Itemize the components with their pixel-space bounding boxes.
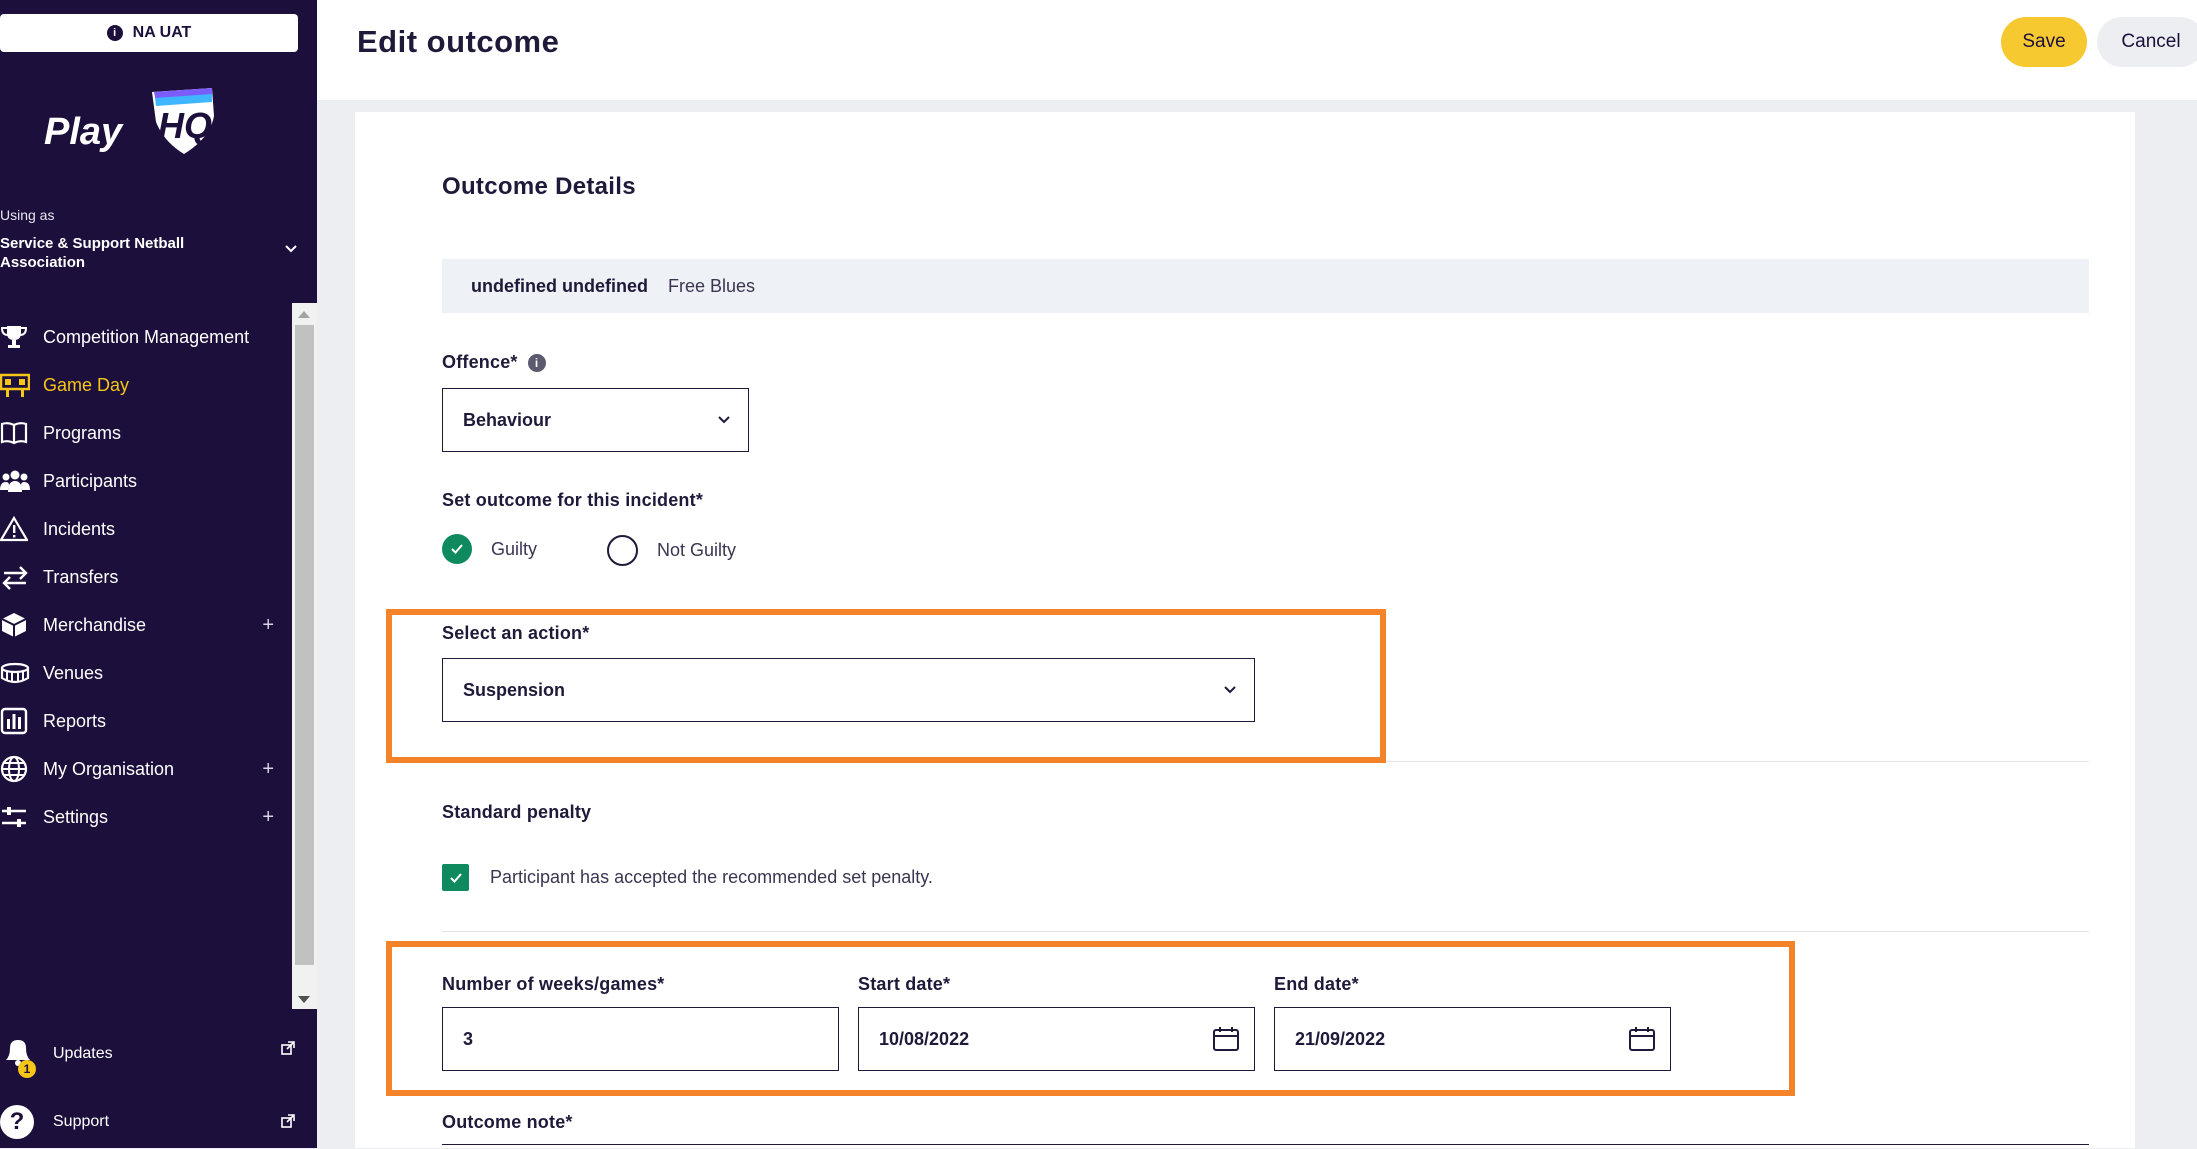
trophy-icon [0,322,30,352]
sidebar: i NA UAT Play HQ Using as Service & Supp… [0,0,317,1148]
section-title: Outcome Details [442,173,636,200]
outcome-note-textarea[interactable] [442,1144,2089,1149]
nav-label: Settings [43,806,109,827]
highlight-box-penalty-dates [386,941,1795,1096]
standard-penalty-label: Standard penalty [442,802,592,822]
warning-icon [0,514,30,544]
using-as-label: Using as [0,207,55,223]
offence-label-text: Offence* [442,352,518,372]
guilty-radio[interactable]: Guilty [442,534,537,564]
nav-label: Participants [43,470,138,491]
nav-item-incidents[interactable]: Incidents [0,509,292,549]
svg-text:Play: Play [44,111,124,153]
bell-icon: 1 [0,1034,40,1078]
nav-item-competition-management[interactable]: Competition Management [0,317,292,357]
nav-item-merchandise[interactable]: Merchandise + [0,605,292,645]
info-icon[interactable]: i [527,354,546,373]
participant-team: Free Blues [668,275,756,296]
nav-label: Game Day [43,374,130,395]
updates-link[interactable]: 1 Updates [0,1034,113,1078]
transfer-arrows-icon [0,562,30,592]
updates-label: Updates [53,1045,113,1062]
sidebar-scrollbar-thumb[interactable] [295,325,314,965]
nav-label: Incidents [43,518,116,539]
scroll-up-arrow-icon[interactable] [298,311,310,318]
not-guilty-label: Not Guilty [657,540,737,560]
nav-item-programs[interactable]: Programs [0,413,292,453]
guilty-label: Guilty [491,538,538,559]
radio-selected-check-icon[interactable] [442,534,472,564]
support-label: Support [53,1113,110,1130]
people-icon [0,466,30,496]
chevron-down-icon [718,416,730,424]
offence-value: Behaviour [463,409,552,430]
participant-summary: undefined undefined Free Blues [442,259,2089,313]
offence-label: Offence* i [442,352,546,373]
accept-penalty-checkbox[interactable]: Participant has accepted the recommended… [442,864,933,891]
expand-plus-icon[interactable]: + [262,758,274,781]
radio-unselected-icon[interactable] [607,535,638,566]
bar-chart-icon [0,706,30,736]
offence-select[interactable]: Behaviour [442,388,749,452]
cancel-button[interactable]: Cancel [2097,17,2197,67]
outcome-label: Set outcome for this incident* [442,490,704,510]
globe-icon [0,754,30,784]
scoreboard-icon [0,370,30,400]
book-icon [0,418,30,448]
expand-plus-icon[interactable]: + [262,614,274,637]
expand-plus-icon[interactable]: + [262,806,274,829]
nav-label: Venues [43,662,104,683]
chevron-down-icon[interactable] [284,244,298,254]
nav-label: Merchandise [43,614,147,635]
page-header: Edit outcome Save Cancel [317,0,2197,100]
environment-badge: i NA UAT [0,14,298,52]
nav-label: Transfers [43,566,119,587]
divider [442,931,2089,932]
nav-item-game-day[interactable]: Game Day [0,365,292,405]
page-title: Edit outcome [357,24,560,59]
nav-item-reports[interactable]: Reports [0,701,292,741]
playhq-logo[interactable]: Play HQ [44,86,234,176]
support-link[interactable]: ? Support [0,1105,109,1139]
organisation-name[interactable]: Service & Support Netball Association [0,234,240,272]
updates-count-badge: 1 [18,1060,36,1078]
save-button[interactable]: Save [2001,17,2087,67]
main-navigation: Competition Management Game Day Programs… [0,303,292,1009]
nav-label: Competition Management [43,326,250,347]
nav-item-participants[interactable]: Participants [0,461,292,501]
nav-item-my-organisation[interactable]: My Organisation + [0,749,292,789]
highlight-box-action [386,609,1386,763]
sliders-icon [0,802,30,832]
environment-label: NA UAT [132,24,192,41]
outcome-form-card: Outcome Details undefined undefined Free… [355,112,2135,1148]
accept-penalty-label: Participant has accepted the recommended… [490,867,933,887]
nav-item-transfers[interactable]: Transfers [0,557,292,597]
nav-label: Programs [43,422,122,443]
question-icon: ? [0,1105,34,1139]
participant-name: undefined undefined [471,275,648,296]
outcome-note-label: Outcome note* [442,1112,573,1132]
stadium-icon [0,658,30,688]
box-icon [0,610,30,640]
svg-text:HQ: HQ [158,105,212,146]
scroll-down-arrow-icon[interactable] [298,996,310,1003]
nav-item-settings[interactable]: Settings + [0,797,292,837]
nav-item-venues[interactable]: Venues [0,653,292,693]
external-link-icon[interactable] [280,1113,296,1129]
nav-label: Reports [43,710,107,731]
external-link-icon[interactable] [280,1040,296,1056]
not-guilty-radio[interactable]: Not Guilty [607,535,736,566]
checkbox-checked-icon[interactable] [442,864,469,891]
info-icon: i [106,25,123,41]
nav-label: My Organisation [43,758,175,779]
